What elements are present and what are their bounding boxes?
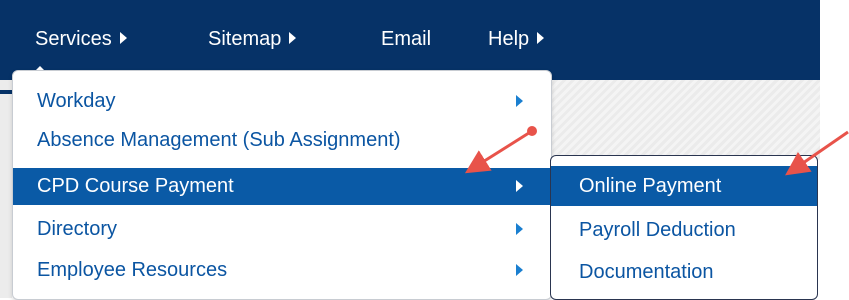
- menu-item-workday[interactable]: Workday: [13, 83, 551, 120]
- triangle-right-icon: [289, 32, 297, 44]
- page-accent: [0, 90, 12, 94]
- menu-item-label: Directory: [37, 218, 118, 240]
- triangle-right-icon: [516, 223, 523, 235]
- submenu-item-online-payment[interactable]: Online Payment: [551, 166, 817, 206]
- page-background: [550, 80, 820, 160]
- submenu-item-payroll-deduction[interactable]: Payroll Deduction: [551, 210, 817, 250]
- nav-item-sitemap[interactable]: Sitemap: [208, 26, 297, 52]
- services-dropdown: Workday Absence Management (Sub Assignme…: [12, 70, 552, 300]
- cpd-submenu: Online Payment Payroll Deduction Documen…: [550, 155, 818, 300]
- submenu-item-documentation[interactable]: Documentation: [551, 252, 817, 292]
- menu-item-directory[interactable]: Directory: [13, 211, 551, 248]
- menu-item-label: Absence Management (Sub Assignment): [37, 129, 401, 151]
- submenu-item-label: Documentation: [579, 261, 714, 283]
- menu-item-label: Employee Resources: [37, 259, 228, 281]
- nav-item-help[interactable]: Help: [488, 26, 545, 52]
- nav-item-email[interactable]: Email: [381, 26, 431, 52]
- menu-item-employee-resources[interactable]: Employee Resources: [13, 252, 551, 289]
- menu-item-label: CPD Course Payment: [37, 175, 234, 197]
- menu-item-absence-management[interactable]: Absence Management (Sub Assignment): [13, 122, 551, 159]
- triangle-right-icon: [516, 95, 523, 107]
- nav-item-label: Help: [488, 28, 530, 50]
- submenu-item-label: Payroll Deduction: [579, 219, 736, 241]
- menu-item-cpd-course-payment[interactable]: CPD Course Payment: [13, 168, 551, 205]
- nav-item-label: Sitemap: [208, 28, 282, 50]
- triangle-right-icon: [516, 180, 523, 192]
- triangle-right-icon: [537, 32, 545, 44]
- menu-item-label: Workday: [37, 90, 116, 112]
- page-background-strip: [0, 80, 12, 298]
- nav-item-label: Services: [35, 28, 112, 50]
- submenu-item-label: Online Payment: [579, 175, 722, 197]
- triangle-right-icon: [119, 32, 127, 44]
- nav-item-label: Email: [381, 28, 432, 50]
- top-navbar: Services Sitemap Email Help: [0, 0, 820, 80]
- nav-item-services[interactable]: Services: [35, 26, 127, 52]
- triangle-right-icon: [516, 264, 523, 276]
